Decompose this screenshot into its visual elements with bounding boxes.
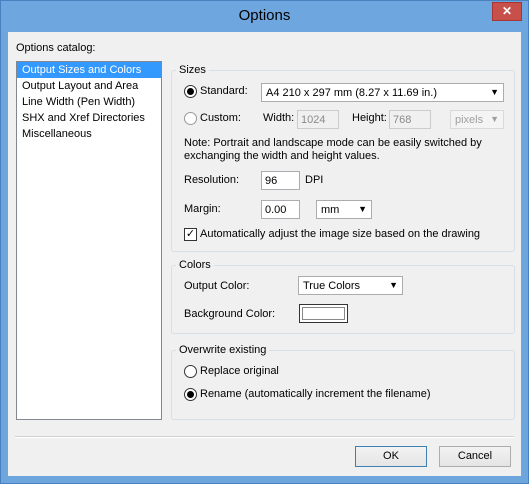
margin-unit-value: mm bbox=[321, 204, 340, 216]
custom-radio[interactable] bbox=[184, 112, 197, 125]
resolution-unit: DPI bbox=[305, 174, 324, 186]
custom-height-field[interactable]: 768 bbox=[389, 110, 431, 129]
chevron-down-icon: ▼ bbox=[358, 204, 367, 214]
rename-radio[interactable] bbox=[184, 388, 197, 401]
catalog-item-line-width[interactable]: Line Width (Pen Width) bbox=[17, 94, 161, 110]
margin-unit-select[interactable]: mm ▼ bbox=[316, 200, 372, 219]
custom-units-select[interactable]: pixels ▼ bbox=[450, 110, 504, 129]
output-color-select[interactable]: True Colors ▼ bbox=[298, 276, 403, 295]
resolution-value: 96 bbox=[265, 175, 278, 187]
rename-label: Rename (automatically increment the file… bbox=[200, 388, 431, 400]
margin-label: Margin: bbox=[184, 203, 221, 215]
sizes-group-title: Sizes bbox=[176, 64, 209, 76]
custom-units-value: pixels bbox=[455, 114, 484, 126]
chevron-down-icon: ▼ bbox=[389, 280, 398, 290]
catalog-item-miscellaneous[interactable]: Miscellaneous bbox=[17, 126, 161, 142]
catalog-item-output-sizes[interactable]: Output Sizes and Colors bbox=[17, 62, 161, 78]
background-color-swatch[interactable] bbox=[299, 304, 348, 323]
footer-divider bbox=[15, 436, 514, 438]
sizes-group: Sizes Standard: A4 210 x 297 mm (8.27 x … bbox=[171, 64, 515, 252]
auto-adjust-label: Automatically adjust the image size base… bbox=[200, 228, 481, 240]
options-window: Options ✕ Options catalog: Output Sizes … bbox=[0, 0, 529, 484]
resolution-field[interactable]: 96 bbox=[261, 171, 300, 190]
cancel-button[interactable]: Cancel bbox=[439, 446, 511, 467]
chevron-down-icon: ▼ bbox=[490, 87, 499, 97]
standard-size-select[interactable]: A4 210 x 297 mm (8.27 x 11.69 in.) ▼ bbox=[261, 83, 504, 102]
background-color-label: Background Color: bbox=[184, 308, 276, 320]
chevron-down-icon: ▼ bbox=[490, 114, 499, 124]
output-color-label: Output Color: bbox=[184, 280, 250, 292]
margin-value: 0.00 bbox=[265, 204, 287, 216]
standard-radio[interactable] bbox=[184, 85, 197, 98]
custom-width-value: 1024 bbox=[301, 114, 326, 126]
auto-adjust-checkbox[interactable]: ✓ bbox=[184, 228, 197, 241]
custom-width-field[interactable]: 1024 bbox=[297, 110, 339, 129]
resolution-label: Resolution: bbox=[184, 174, 240, 186]
replace-original-label: Replace original bbox=[200, 365, 279, 377]
catalog-item-shx-xref[interactable]: SHX and Xref Directories bbox=[17, 110, 161, 126]
custom-height-value: 768 bbox=[393, 114, 412, 126]
overwrite-group: Overwrite existing Replace original Rena… bbox=[171, 344, 515, 420]
check-icon: ✓ bbox=[185, 228, 196, 240]
standard-size-value: A4 210 x 297 mm (8.27 x 11.69 in.) bbox=[266, 87, 437, 99]
replace-original-radio[interactable] bbox=[184, 365, 197, 378]
catalog-label: Options catalog: bbox=[16, 42, 96, 54]
custom-label: Custom: bbox=[200, 112, 241, 124]
overwrite-group-title: Overwrite existing bbox=[176, 344, 270, 356]
width-label: Width: bbox=[263, 112, 295, 124]
dialog-client-area: Options catalog: Output Sizes and Colors… bbox=[8, 32, 521, 476]
standard-label: Standard: bbox=[200, 85, 248, 97]
window-title: Options bbox=[238, 7, 291, 24]
title-bar[interactable]: Options ✕ bbox=[1, 1, 528, 32]
options-catalog-list[interactable]: Output Sizes and Colors Output Layout an… bbox=[16, 61, 162, 420]
ok-button[interactable]: OK bbox=[355, 446, 427, 467]
colors-group-title: Colors bbox=[176, 259, 214, 271]
margin-field[interactable]: 0.00 bbox=[261, 200, 300, 219]
output-color-value: True Colors bbox=[303, 280, 361, 292]
colors-group: Colors Output Color: True Colors ▼ Backg… bbox=[171, 259, 515, 334]
height-label: Height: bbox=[352, 112, 387, 124]
orientation-note: Note: Portrait and landscape mode can be… bbox=[184, 137, 482, 162]
catalog-item-output-layout[interactable]: Output Layout and Area bbox=[17, 78, 161, 94]
close-icon[interactable]: ✕ bbox=[492, 2, 522, 21]
